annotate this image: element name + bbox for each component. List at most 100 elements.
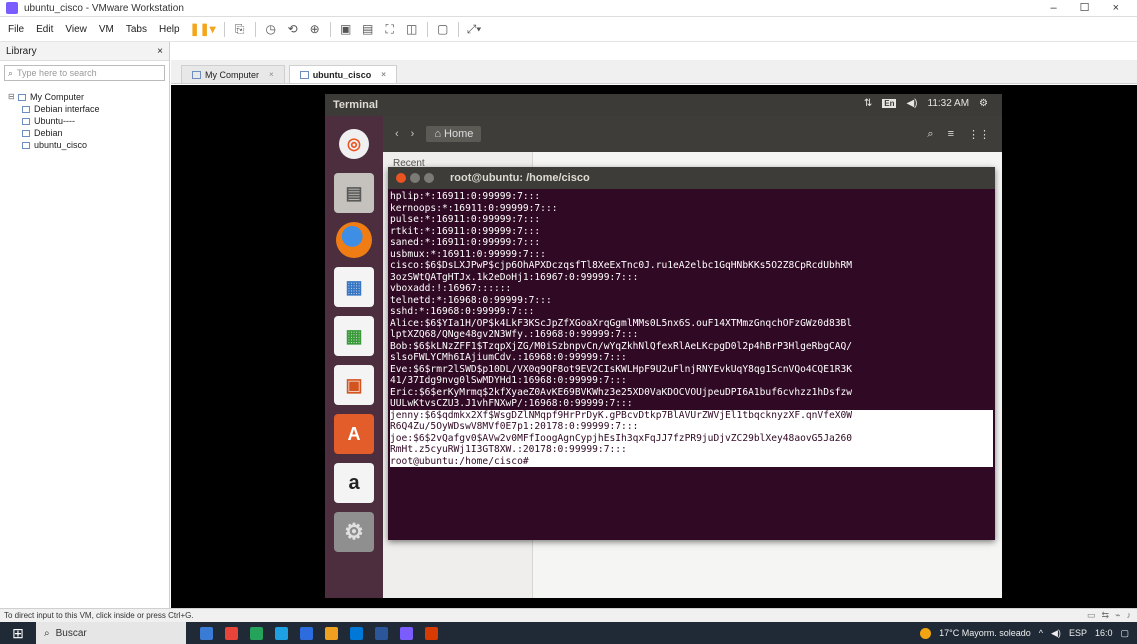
network-icon[interactable]: ⇅ [864, 98, 872, 109]
close-icon[interactable]: × [381, 70, 386, 79]
system-settings-icon[interactable]: ⚙ [334, 512, 374, 552]
terminal-line: joe:$6$2vQafgv0$AVw2v0MFfIoogAgnCypjhEsI… [390, 432, 993, 444]
volume-icon[interactable]: ◀) [906, 98, 917, 109]
toolbar-separator [426, 21, 428, 37]
location-home[interactable]: ⌂ Home [426, 126, 482, 142]
collapse-icon[interactable]: ⊟ [8, 91, 16, 103]
vm-tab-bar: My Computer × ubuntu_cisco × [171, 60, 1137, 84]
unity-icon[interactable]: ◫ [405, 21, 419, 37]
search-icon[interactable]: ⌕ [927, 128, 933, 141]
computer-icon [18, 93, 26, 101]
tree-item-my-computer[interactable]: ⊟ My Computer [8, 91, 169, 103]
pause-icon[interactable]: ❚❚▾ [190, 21, 216, 37]
prompt-text: root@ubuntu:/home/cisco# [390, 455, 535, 467]
menu-view[interactable]: View [63, 24, 89, 35]
app-icon[interactable] [275, 626, 288, 640]
status-text: To direct input to this VM, click inside… [4, 611, 194, 620]
usb-icon[interactable]: ⌁ [1115, 610, 1120, 621]
terminal-line: pulse:*:16911:0:99999:7::: [390, 214, 541, 225]
tree-item-vm[interactable]: Ubuntu---- [8, 115, 169, 127]
app-icon[interactable] [225, 626, 238, 640]
tree-item-vm[interactable]: Debian interface [8, 103, 169, 115]
windows-start-icon[interactable]: ⊞ [0, 622, 36, 644]
minimize-icon[interactable] [410, 173, 420, 183]
tree-item-label: ubuntu_cisco [34, 140, 88, 150]
word-icon[interactable] [375, 626, 388, 640]
menu-file[interactable]: File [6, 24, 26, 35]
keyboard-indicator[interactable]: En [882, 99, 897, 108]
sound-card-icon[interactable]: ♪ [1127, 610, 1132, 621]
language-indicator[interactable]: ESP [1069, 628, 1087, 638]
show-library-icon[interactable]: ▣ [339, 21, 353, 37]
tab-ubuntu-cisco[interactable]: ubuntu_cisco × [288, 65, 397, 83]
firefox-icon[interactable] [336, 222, 372, 258]
vmware-icon[interactable] [400, 626, 413, 640]
close-icon[interactable] [396, 173, 406, 183]
notification-icon[interactable]: ▢ [1120, 628, 1129, 639]
maximize-icon[interactable] [424, 173, 434, 183]
volume-icon[interactable]: ◀) [1051, 628, 1061, 639]
ubuntu-desktop[interactable]: Terminal ⇅ En ◀) 11:32 AM ⚙ ◎ ▤ ▦ ▦ ▣ A … [325, 94, 1002, 598]
library-search-input[interactable]: ⌕ Type here to search [4, 65, 165, 81]
terminal-prompt[interactable]: root@ubuntu:/home/cisco# [390, 455, 993, 467]
weather-text[interactable]: 17°C Mayorm. soleado [939, 628, 1031, 638]
toolbar-separator [457, 21, 459, 37]
snapshot-manager-icon[interactable]: ⊕ [308, 21, 322, 37]
menu-vm[interactable]: VM [97, 24, 116, 35]
library-close-icon[interactable]: × [157, 46, 163, 57]
menu-edit[interactable]: Edit [34, 24, 55, 35]
tree-item-vm[interactable]: Debian [8, 127, 169, 139]
tab-my-computer[interactable]: My Computer × [181, 65, 285, 83]
toolbar-separator [329, 21, 331, 37]
files-icon[interactable]: ▤ [334, 173, 374, 213]
app-icon[interactable] [250, 626, 263, 640]
amazon-icon[interactable]: a [334, 463, 374, 503]
vm-icon [22, 129, 30, 137]
full-screen-icon[interactable]: ⛶ [383, 21, 397, 37]
terminal-output[interactable]: hplip:*:16911:0:99999:7::: kernoops:*:169… [388, 189, 995, 467]
taskbar-search-input[interactable]: ⌕ Buscar [36, 622, 186, 644]
thumbnail-bar-icon[interactable]: ▤ [361, 21, 375, 37]
weather-icon[interactable] [920, 627, 932, 639]
hard-disk-icon[interactable]: ▭ [1087, 610, 1096, 621]
terminal-line: UULwKtvsCZU3.J1vhFNXwP/:16968:0:99999:7:… [390, 398, 633, 409]
terminal-line: vboxadd:!:16967:::::: [390, 283, 512, 294]
gear-icon[interactable]: ⚙ [979, 98, 988, 109]
stretch-view-icon[interactable]: ⤢▾ [467, 21, 482, 37]
close-icon[interactable]: × [269, 70, 274, 79]
back-icon[interactable]: ‹ [395, 128, 399, 140]
terminal-window[interactable]: root@ubuntu: /home/cisco hplip:*:16911:0… [388, 167, 995, 540]
software-center-icon[interactable]: A [334, 414, 374, 454]
menu-help[interactable]: Help [157, 24, 182, 35]
send-ctrl-alt-del-icon[interactable]: ⎘ [233, 21, 247, 37]
forward-icon[interactable]: › [411, 128, 415, 140]
ubuntu-dash-icon[interactable]: ◎ [339, 129, 369, 159]
tree-item-vm[interactable]: ubuntu_cisco [8, 139, 169, 151]
grid-view-icon[interactable]: ⋮⋮ [968, 128, 990, 141]
revert-snapshot-icon[interactable]: ⟲ [286, 21, 300, 37]
active-app-title: Terminal [333, 99, 379, 111]
tab-label: ubuntu_cisco [312, 69, 372, 80]
window-controls[interactable]: – ☐ × [1050, 1, 1129, 14]
terminal-line: sshd:*:16968:0:99999:7::: [390, 306, 535, 317]
libreoffice-calc-icon[interactable]: ▦ [334, 316, 374, 356]
libreoffice-impress-icon[interactable]: ▣ [334, 365, 374, 405]
app-icon[interactable] [425, 626, 438, 640]
vmware-logo-icon [6, 2, 18, 14]
console-view-icon[interactable]: ▢ [436, 21, 450, 37]
list-view-icon[interactable]: ≡ [948, 128, 954, 141]
file-explorer-icon[interactable] [325, 626, 338, 640]
network-adapter-icon[interactable]: ⇆ [1102, 610, 1110, 621]
terminal-line: Eric:$6$erKyMrmq$2kfXyaeZ0AvKE69BVKWhz3e… [390, 386, 853, 398]
window-title: ubuntu_cisco - VMware Workstation [24, 2, 184, 14]
tree-item-label: My Computer [30, 92, 85, 102]
app-icon[interactable] [350, 626, 363, 640]
taskbar-clock[interactable]: 16:0 [1095, 628, 1113, 638]
libreoffice-writer-icon[interactable]: ▦ [334, 267, 374, 307]
tray-chevron-icon[interactable]: ^ [1039, 628, 1043, 638]
clock[interactable]: 11:32 AM [928, 98, 970, 109]
app-icon[interactable] [300, 626, 313, 640]
snapshot-icon[interactable]: ◷ [264, 21, 278, 37]
task-view-icon[interactable] [200, 626, 213, 640]
menu-tabs[interactable]: Tabs [124, 24, 149, 35]
